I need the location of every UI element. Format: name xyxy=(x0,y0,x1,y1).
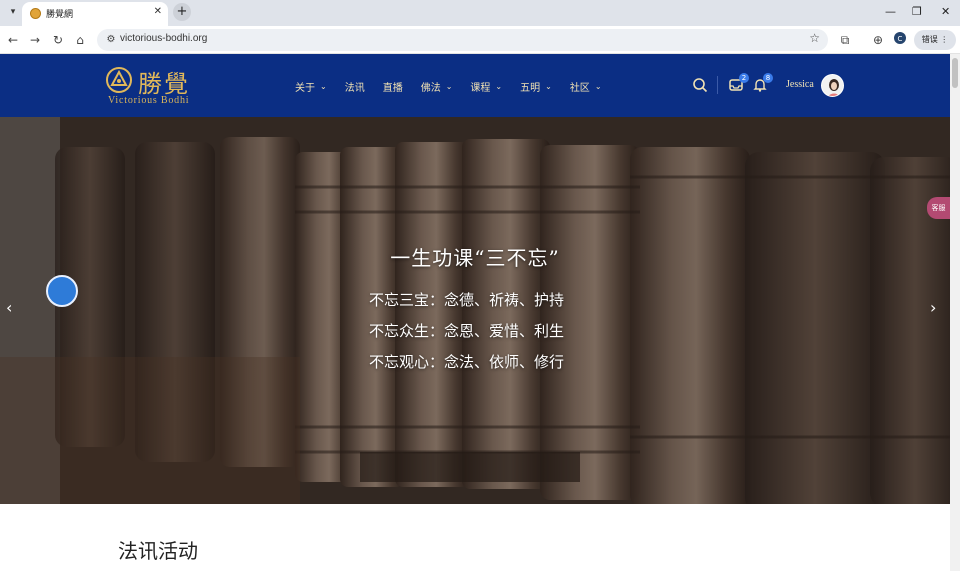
home-icon[interactable]: ⌂ xyxy=(71,31,89,49)
tab-close-icon[interactable]: ✕ xyxy=(154,6,162,17)
minimize-icon[interactable]: — xyxy=(885,5,896,18)
chevron-down-icon: ⌄ xyxy=(445,81,453,91)
chevron-down-icon: ⌄ xyxy=(495,81,503,91)
hero-banner: 一生功课“三不忘” 不忘三宝：念德、祈祷、护持 不忘众生：念恩、爱惜、利生 不忘… xyxy=(0,117,950,504)
browser-tab[interactable]: 勝覺網 ✕ xyxy=(22,2,168,26)
site-header: 勝覺 Victorious Bodhi 关于 ⌄ 法讯 直播 佛法 ⌄ 课程 ⌄ 五明… xyxy=(0,54,950,117)
site-logo[interactable]: 勝覺 Victorious Bodhi xyxy=(105,64,205,110)
notifications-badge: 8 xyxy=(763,73,773,83)
nav-item-five-sciences[interactable]: 五明 ⌄ xyxy=(520,77,552,95)
restore-icon[interactable]: ❐ xyxy=(912,5,922,18)
inbox-badge: 2 xyxy=(739,73,749,83)
floating-chat-bubble[interactable] xyxy=(46,275,78,307)
hero-line: 不忘众生：念恩、爱惜、利生 xyxy=(369,322,565,340)
address-bar[interactable]: ⚙ victorious-bodhi.org ☆ xyxy=(97,29,828,51)
carousel-prev-icon[interactable]: ‹ xyxy=(6,298,12,317)
carousel-next-icon[interactable]: › xyxy=(930,298,936,317)
back-icon[interactable]: ← xyxy=(4,31,22,49)
search-icon[interactable] xyxy=(692,77,708,93)
user-name[interactable]: Jessica xyxy=(786,79,814,90)
customer-service-chip[interactable]: 客服 xyxy=(927,197,950,219)
nav-item-courses[interactable]: 课程 ⌄ xyxy=(470,77,502,95)
nav-item-about[interactable]: 关于 ⌄ xyxy=(295,77,327,95)
site-info-icon[interactable]: ⚙ xyxy=(103,32,119,48)
nav-item-community[interactable]: 社区 ⌄ xyxy=(570,77,602,95)
hero-line: 不忘观心：念法、依师、修行 xyxy=(369,353,565,371)
nav-item-news[interactable]: 法讯 xyxy=(345,77,365,95)
nav-item-live[interactable]: 直播 xyxy=(383,77,403,95)
logo-english-text: Victorious Bodhi xyxy=(108,95,190,106)
news-section: 法讯活动 xyxy=(0,504,950,571)
tab-search-icon[interactable]: ▾ xyxy=(6,5,20,19)
hero-lines: 不忘三宝：念德、祈祷、护持 不忘众生：念恩、爱惜、利生 不忘观心：念法、依师、修… xyxy=(369,289,564,382)
site-favicon-icon xyxy=(30,8,41,19)
logo-emblem-icon xyxy=(106,67,132,93)
bell-icon[interactable]: 8 xyxy=(752,73,773,93)
main-nav: 关于 ⌄ 法讯 直播 佛法 ⌄ 课程 ⌄ 五明 ⌄ 社区 ⌄ xyxy=(295,77,620,95)
page-scrollbar[interactable] xyxy=(950,54,960,571)
svg-text:C: C xyxy=(898,35,903,43)
browser-tabstrip: ▾ 勝覺網 ✕ + — ❐ ✕ xyxy=(0,0,960,26)
hero-title: 一生功课“三不忘” xyxy=(390,246,560,270)
header-divider xyxy=(717,76,718,94)
chevron-down-icon: ⌄ xyxy=(594,81,602,91)
reload-icon[interactable]: ↻ xyxy=(49,31,67,49)
inbox-icon[interactable]: 2 xyxy=(728,73,749,93)
logo-chinese-text: 勝覺 xyxy=(138,70,190,98)
bookmark-star-icon[interactable]: ☆ xyxy=(809,31,820,45)
account-icon[interactable]: C xyxy=(891,31,909,49)
forward-icon[interactable]: → xyxy=(26,31,44,49)
chevron-down-icon: ⌄ xyxy=(320,81,327,91)
avatar[interactable] xyxy=(821,74,844,97)
hero-line: 不忘三宝：念德、祈祷、护持 xyxy=(369,291,565,309)
nav-item-dharma[interactable]: 佛法 ⌄ xyxy=(421,77,453,95)
window-close-icon[interactable]: ✕ xyxy=(941,5,950,18)
address-url[interactable]: victorious-bodhi.org xyxy=(120,33,207,44)
tab-title: 勝覺網 xyxy=(46,10,74,20)
profile-error-chip[interactable]: 错误 ⋮ xyxy=(914,30,956,50)
section-title: 法讯活动 xyxy=(118,539,198,563)
translate-icon[interactable]: ⊕ xyxy=(869,31,887,49)
new-tab-button[interactable]: + xyxy=(173,3,191,21)
browser-toolbar: ← → ↻ ⌂ ⚙ victorious-bodhi.org ☆ ⧉ ⊕ C 错… xyxy=(0,26,960,54)
chevron-down-icon: ⌄ xyxy=(545,81,552,91)
scrollbar-thumb[interactable] xyxy=(952,58,958,88)
extensions-icon[interactable]: ⧉ xyxy=(836,31,854,49)
